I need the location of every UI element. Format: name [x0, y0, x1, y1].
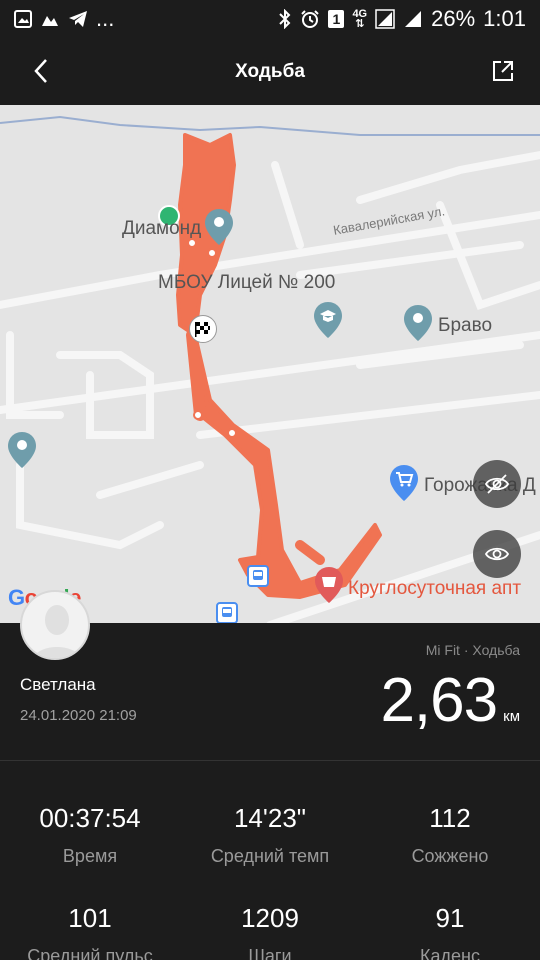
stat-value: 00:37:54 — [39, 803, 141, 833]
stat-value: 1209 — [241, 903, 299, 933]
battery-percent: 26% — [431, 6, 476, 31]
status-bar-right: 1 4G ⇅ 26% 1:01 — [278, 6, 526, 32]
pharmacy-pin-icon — [313, 565, 345, 610]
eye-icon — [484, 547, 510, 561]
more-dots-icon: ... — [96, 6, 115, 31]
distance-unit: км — [503, 708, 520, 725]
stat-label: Время — [62, 846, 118, 866]
stat-label: Средний пульс — [27, 946, 153, 960]
stat-calories: 112 Сожжено — [360, 803, 540, 867]
distance-value: 2,63 — [380, 666, 498, 735]
network-type: 4G ⇅ — [352, 8, 368, 30]
photo-icon — [14, 10, 32, 28]
bus-stop-icon — [247, 565, 269, 587]
workout-date: 24.01.2020 21:09 — [20, 707, 137, 724]
avatar[interactable] — [20, 590, 90, 660]
stat-value: 91 — [435, 903, 465, 933]
route-map[interactable]: Диамонд Кавалерийская ул. МБОУ Лицей № 2… — [0, 105, 540, 623]
stat-label: Сожжено — [411, 846, 489, 866]
distance: 2,63 км — [380, 665, 520, 736]
chevron-left-icon — [34, 59, 47, 83]
bus-stop-icon — [216, 602, 238, 623]
status-bar: ... 1 4G ⇅ 26% 1:01 — [0, 0, 540, 38]
map-base — [0, 115, 540, 623]
status-bar-left: ... — [14, 6, 114, 32]
stat-value: 14'23" — [233, 803, 307, 833]
page-title: Ходьба — [235, 60, 305, 82]
user-name: Светлана — [20, 675, 96, 694]
user-silhouette-icon — [33, 605, 81, 658]
signal-icon — [375, 9, 395, 29]
clock: 1:01 — [483, 6, 526, 31]
location-pin-icon — [6, 430, 38, 475]
stat-steps: 1209 Шаги — [180, 903, 360, 960]
stat-pace: 14'23" Средний темп — [180, 803, 360, 867]
view-toggle-button[interactable] — [473, 530, 521, 578]
share-button[interactable] — [488, 56, 518, 86]
stat-time: 00:37:54 Время — [0, 803, 180, 867]
stat-label: Шаги — [248, 946, 292, 960]
back-button[interactable] — [26, 56, 56, 86]
stat-label: Каденс — [420, 946, 480, 960]
map-label-pharmacy: Круглосуточная апт — [348, 578, 522, 599]
sim-icon: 1 — [328, 10, 345, 28]
shopping-cart-pin-icon — [388, 463, 420, 508]
hide-pois-button[interactable] — [473, 460, 521, 508]
workout-source: Mi Fit · Ходьба — [425, 642, 520, 658]
stat-heart-rate: 101 Средний пульс — [0, 903, 180, 960]
bluetooth-icon — [278, 9, 292, 29]
map-label-school: МБОУ Лицей № 200 — [158, 272, 336, 293]
stat-value: 101 — [68, 903, 112, 933]
stats-grid: 00:37:54 Время 14'23" Средний темп 112 С… — [0, 761, 540, 960]
stat-value: 112 — [429, 803, 471, 833]
alarm-icon — [300, 9, 320, 29]
eye-off-icon — [484, 474, 510, 494]
image-icon — [40, 10, 60, 28]
finish-flag-icon — [189, 315, 217, 343]
stat-cadence: 91 Каденс — [360, 903, 540, 960]
app-header: Ходьба — [0, 38, 540, 105]
share-icon — [493, 61, 513, 81]
location-pin-icon — [402, 303, 434, 348]
map-label-bravo: Браво — [438, 315, 493, 336]
location-pin-icon — [203, 207, 235, 252]
map-label-diamond: Диамонд — [122, 218, 202, 239]
workout-info: Светлана 24.01.2020 21:09 Mi Fit · Ходьб… — [0, 590, 540, 761]
telegram-icon — [68, 10, 88, 28]
signal-icon — [403, 9, 423, 29]
stat-label: Средний темп — [210, 846, 330, 866]
school-pin-icon — [312, 300, 344, 345]
